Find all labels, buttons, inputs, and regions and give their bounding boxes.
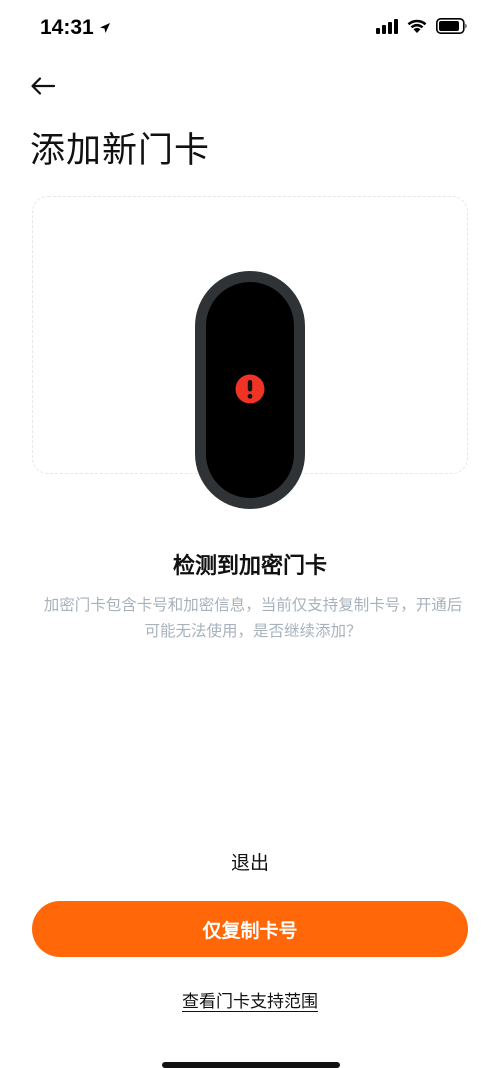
status-time: 14:31	[40, 16, 111, 40]
battery-icon	[436, 18, 467, 34]
status-time-text: 14:31	[40, 16, 94, 39]
wifi-icon	[407, 19, 427, 33]
view-support-scope-link[interactable]: 查看门卡支持范围	[0, 987, 500, 1012]
status-bar: 14:31	[0, 0, 500, 60]
location-arrow-icon	[99, 23, 110, 33]
back-arrow-icon	[31, 77, 56, 95]
exit-button[interactable]: 退出	[0, 848, 500, 875]
smart-band-illustration	[195, 271, 305, 509]
home-indicator	[162, 1062, 340, 1068]
cellular-signal-icon	[376, 18, 398, 34]
status-indicators	[376, 18, 468, 34]
encrypted-card-description: 加密门卡包含卡号和加密信息，当前仅支持复制卡号，开通后可能无法使用，是否继续添加…	[43, 596, 463, 640]
encrypted-card-detected-title: 检测到加密门卡	[172, 554, 327, 579]
back-button[interactable]	[30, 70, 66, 102]
band-screen	[206, 282, 294, 498]
exclamation-alert-icon	[235, 374, 265, 404]
page-title: 添加新门卡	[30, 131, 211, 171]
copy-card-number-button[interactable]: 仅复制卡号	[32, 901, 468, 957]
